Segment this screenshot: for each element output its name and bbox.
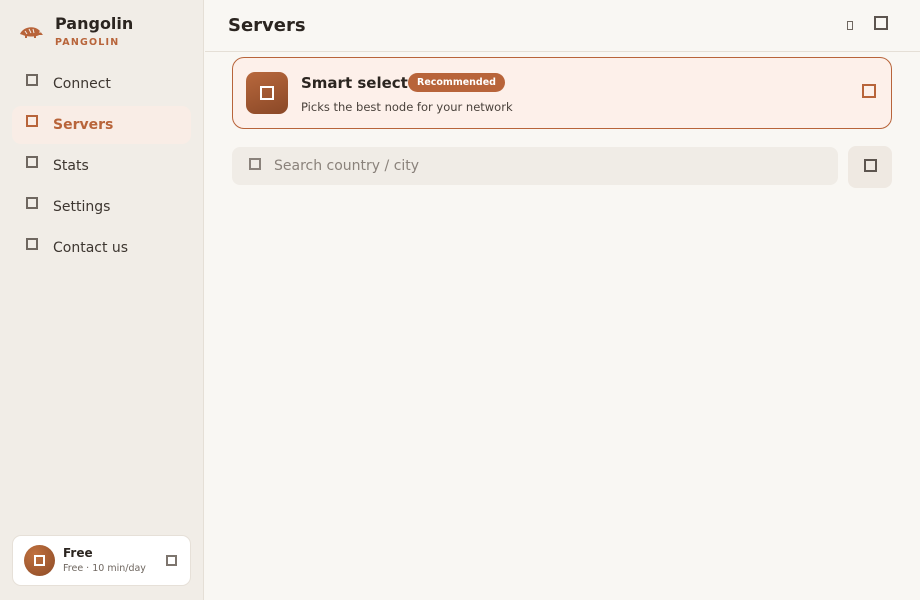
connect-icon <box>26 74 38 86</box>
filter-button[interactable] <box>848 146 892 188</box>
servers-icon <box>26 115 38 127</box>
sidebar-nav: Connect Servers Stats Settings Contact u… <box>12 65 191 270</box>
header: Servers <box>205 0 920 52</box>
smart-select-subtitle: Picks the best node for your network <box>301 100 513 114</box>
search-input[interactable] <box>274 158 794 174</box>
selected-check-icon <box>862 84 876 98</box>
plan-card[interactable]: Free Free · 10 min/day <box>12 535 191 586</box>
sidebar-item-settings[interactable]: Settings <box>12 188 191 226</box>
plan-action-icon[interactable] <box>166 555 177 566</box>
brand-name: Pangolin <box>55 14 134 33</box>
search-icon <box>249 158 261 170</box>
menu-icon[interactable] <box>874 16 888 30</box>
brand: Pangolin PANGOLIN <box>18 14 133 49</box>
sidebar-item-label: Servers <box>53 117 114 133</box>
sidebar-item-servers[interactable]: Servers <box>12 106 191 144</box>
filter-icon <box>863 159 877 172</box>
sidebar-item-label: Stats <box>53 158 89 174</box>
brand-subtitle: PANGOLIN <box>55 37 120 48</box>
plan-avatar-icon <box>24 545 55 576</box>
smart-select-title: Smart select <box>301 74 408 92</box>
sidebar-item-label: Settings <box>53 199 111 215</box>
pangolin-logo-icon <box>20 27 43 38</box>
recommended-badge: Recommended <box>408 73 505 92</box>
smart-select-card[interactable]: Smart select Recommended Picks the best … <box>232 57 892 129</box>
smart-select-icon <box>246 72 288 114</box>
sidebar-item-label: Connect <box>53 76 111 92</box>
search-box <box>232 147 838 185</box>
sidebar-item-connect[interactable]: Connect <box>12 65 191 103</box>
sidebar-item-label: Contact us <box>53 240 129 256</box>
settings-icon <box>26 197 38 209</box>
sidebar: Pangolin PANGOLIN Connect Servers Stats … <box>0 0 204 600</box>
plan-name: Free <box>63 546 93 560</box>
plan-description: Free · 10 min/day <box>63 563 146 574</box>
small-icon[interactable] <box>847 21 853 30</box>
page-title: Servers <box>228 15 306 36</box>
contact-icon <box>26 238 38 250</box>
sidebar-item-stats[interactable]: Stats <box>12 147 191 185</box>
sidebar-item-contact-us[interactable]: Contact us <box>12 229 191 267</box>
stats-icon <box>26 156 38 168</box>
